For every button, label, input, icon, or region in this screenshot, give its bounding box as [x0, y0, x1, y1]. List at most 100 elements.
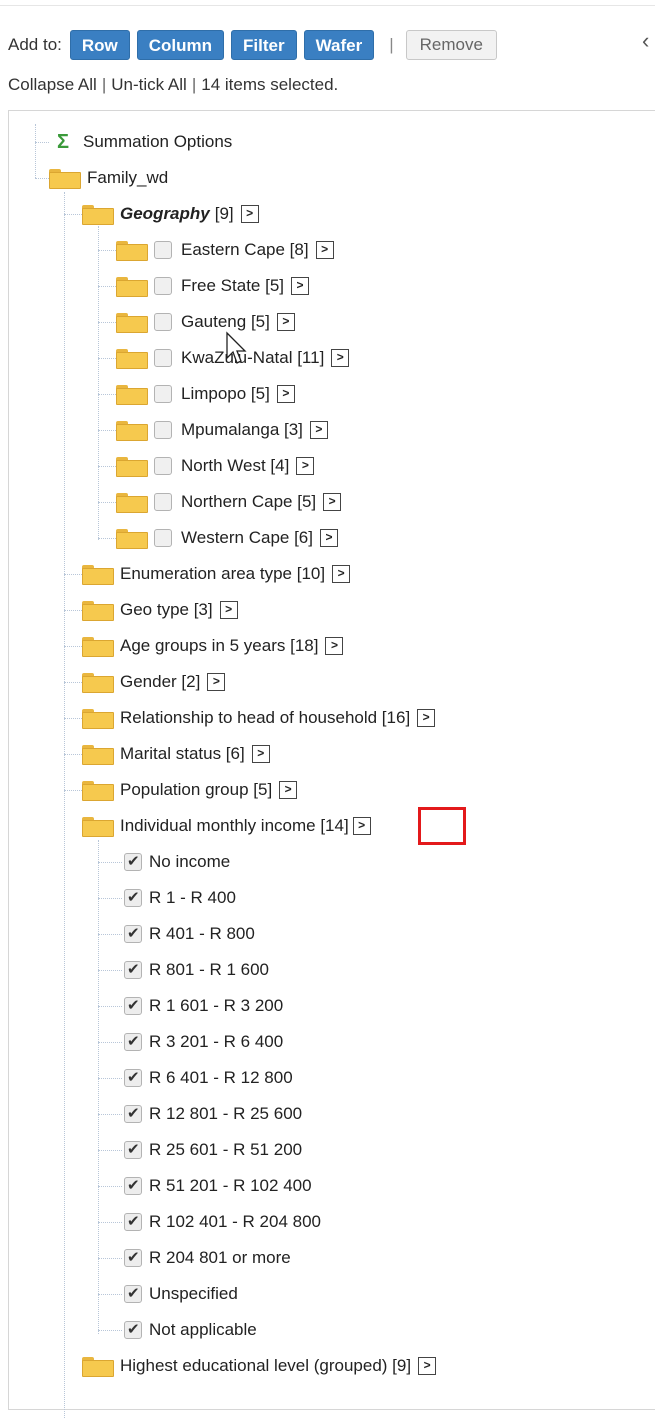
untick-all-link[interactable]: Un-tick All	[111, 75, 187, 94]
tree-line	[64, 682, 82, 683]
checkbox[interactable]	[154, 457, 172, 475]
checkbox-checked[interactable]	[124, 1104, 142, 1123]
expand-icon[interactable]: >	[325, 637, 344, 655]
checkbox-checked[interactable]	[124, 852, 142, 871]
checkbox[interactable]	[154, 385, 172, 403]
checkbox[interactable]	[154, 313, 172, 331]
checkbox-checked[interactable]	[124, 1320, 142, 1339]
tree-line	[98, 250, 116, 251]
add-row-button[interactable]: Row	[69, 30, 130, 60]
checkbox-checked[interactable]	[124, 996, 142, 1015]
checkbox-checked[interactable]	[124, 960, 142, 979]
tree-node-geography-item[interactable]: Eastern Cape [8] >	[116, 235, 334, 265]
checkbox-checked[interactable]	[124, 1176, 142, 1195]
expand-icon[interactable]: >	[291, 277, 309, 295]
expand-icon[interactable]: >	[309, 421, 328, 439]
checkbox[interactable]	[154, 241, 172, 259]
tree-node-income-item[interactable]: Unspecified	[124, 1279, 238, 1309]
expand-icon[interactable]: >	[251, 745, 270, 763]
tree-node-geography-item[interactable]: North West [4] >	[116, 451, 315, 481]
expand-icon[interactable]: >	[418, 1357, 437, 1375]
tree-node-income-item[interactable]: R 51 201 - R 102 400	[124, 1171, 312, 1201]
checkbox-checked[interactable]	[124, 1212, 142, 1231]
checkbox[interactable]	[154, 529, 172, 547]
checkbox-checked[interactable]	[124, 1032, 142, 1051]
tree-node-income[interactable]: Individual monthly income [14] >	[82, 811, 371, 841]
tree-node-income-item[interactable]: No income	[124, 847, 230, 877]
tree-node-folder[interactable]: Geo type [3] >	[82, 595, 238, 625]
node-label: Unspecified	[149, 1284, 238, 1303]
tree-node-folder[interactable]: Gender [2] >	[82, 667, 226, 697]
collapse-all-link[interactable]: Collapse All	[8, 75, 97, 94]
expand-icon[interactable]: >	[352, 817, 371, 835]
tree-node-folder[interactable]: Marital status [6] >	[82, 739, 270, 769]
add-wafer-button[interactable]: Wafer	[303, 30, 375, 60]
expand-icon[interactable]: >	[315, 241, 334, 259]
tree-node-summation[interactable]: Σ Summation Options	[49, 127, 232, 157]
tree-node-geography-item[interactable]: Northern Cape [5] >	[116, 487, 342, 517]
tree-node-folder[interactable]: Population group [5] >	[82, 775, 298, 805]
tree-line	[64, 718, 82, 719]
remove-button[interactable]: Remove	[405, 30, 497, 60]
tree-node-geography[interactable]: Geography [9] >	[82, 199, 259, 229]
expand-icon[interactable]: >	[219, 601, 238, 619]
add-column-button[interactable]: Column	[136, 30, 225, 60]
checkbox-checked[interactable]	[124, 1284, 142, 1303]
checkbox[interactable]	[154, 277, 172, 295]
folder-icon	[116, 529, 148, 549]
checkbox-checked[interactable]	[124, 888, 142, 907]
node-label: Relationship to head of household [16]	[120, 708, 411, 727]
expand-icon[interactable]: >	[276, 385, 295, 403]
tree-node-geography-item[interactable]: Free State [5] >	[116, 271, 309, 301]
tree-node-family[interactable]: Family_wd	[49, 163, 168, 193]
collapse-panel-icon[interactable]: ‹	[642, 28, 649, 54]
expand-icon[interactable]: >	[207, 673, 226, 691]
expand-icon[interactable]: >	[319, 529, 338, 547]
tree-line	[98, 394, 116, 395]
tree-node-folder[interactable]: Relationship to head of household [16] >	[82, 703, 436, 733]
expand-icon[interactable]: >	[331, 349, 350, 367]
tree-node-income-item[interactable]: R 801 - R 1 600	[124, 955, 269, 985]
tree-node-income-item[interactable]: R 401 - R 800	[124, 919, 255, 949]
tree-node-folder[interactable]: Age groups in 5 years [18] >	[82, 631, 344, 661]
node-label: Population group [5]	[120, 780, 273, 799]
tree-node-income-item[interactable]: R 204 801 or more	[124, 1243, 291, 1273]
expand-icon[interactable]: >	[240, 205, 259, 223]
tree-node-income-item[interactable]: R 6 401 - R 12 800	[124, 1063, 293, 1093]
tree-node-income-item[interactable]: R 25 601 - R 51 200	[124, 1135, 302, 1165]
node-label: Highest educational level (grouped) [9]	[120, 1356, 412, 1375]
checkbox-checked[interactable]	[124, 1068, 142, 1087]
tree-node-geography-item[interactable]: Western Cape [6] >	[116, 523, 338, 553]
tree-node-geography-item[interactable]: Gauteng [5] >	[116, 307, 295, 337]
expand-icon[interactable]: >	[332, 565, 351, 583]
tree-node-income-item[interactable]: R 102 401 - R 204 800	[124, 1207, 321, 1237]
tree-node-income-item[interactable]: Not applicable	[124, 1315, 257, 1345]
tree-line	[98, 502, 116, 503]
tree-node-income-item[interactable]: R 3 201 - R 6 400	[124, 1027, 283, 1057]
toolbar-separator: |	[389, 35, 394, 54]
checkbox-checked[interactable]	[124, 1248, 142, 1267]
tree-node-folder[interactable]: Enumeration area type [10] >	[82, 559, 351, 589]
checkbox[interactable]	[154, 493, 172, 511]
expand-icon[interactable]: >	[417, 709, 436, 727]
tree-node-geography-item[interactable]: Limpopo [5] >	[116, 379, 295, 409]
checkbox-checked[interactable]	[124, 1140, 142, 1159]
tree-line	[64, 574, 82, 575]
tree-node-income-item[interactable]: R 1 - R 400	[124, 883, 236, 913]
tree-node-geography-item[interactable]: Mpumalanga [3] >	[116, 415, 328, 445]
sigma-icon: Σ	[56, 130, 69, 153]
add-to-label: Add to:	[8, 35, 62, 54]
expand-icon[interactable]: >	[323, 493, 342, 511]
tree-node-income-item[interactable]: R 1 601 - R 3 200	[124, 991, 283, 1021]
expand-icon[interactable]: >	[276, 313, 295, 331]
checkbox-checked[interactable]	[124, 924, 142, 943]
tree-node-income-item[interactable]: R 12 801 - R 25 600	[124, 1099, 302, 1129]
add-filter-button[interactable]: Filter	[231, 30, 297, 60]
folder-icon	[116, 241, 148, 261]
checkbox[interactable]	[154, 349, 172, 367]
tree-line	[98, 1114, 122, 1115]
checkbox[interactable]	[154, 421, 172, 439]
expand-icon[interactable]: >	[296, 457, 315, 475]
tree-node-education[interactable]: Highest educational level (grouped) [9] …	[82, 1351, 437, 1381]
expand-icon[interactable]: >	[279, 781, 298, 799]
